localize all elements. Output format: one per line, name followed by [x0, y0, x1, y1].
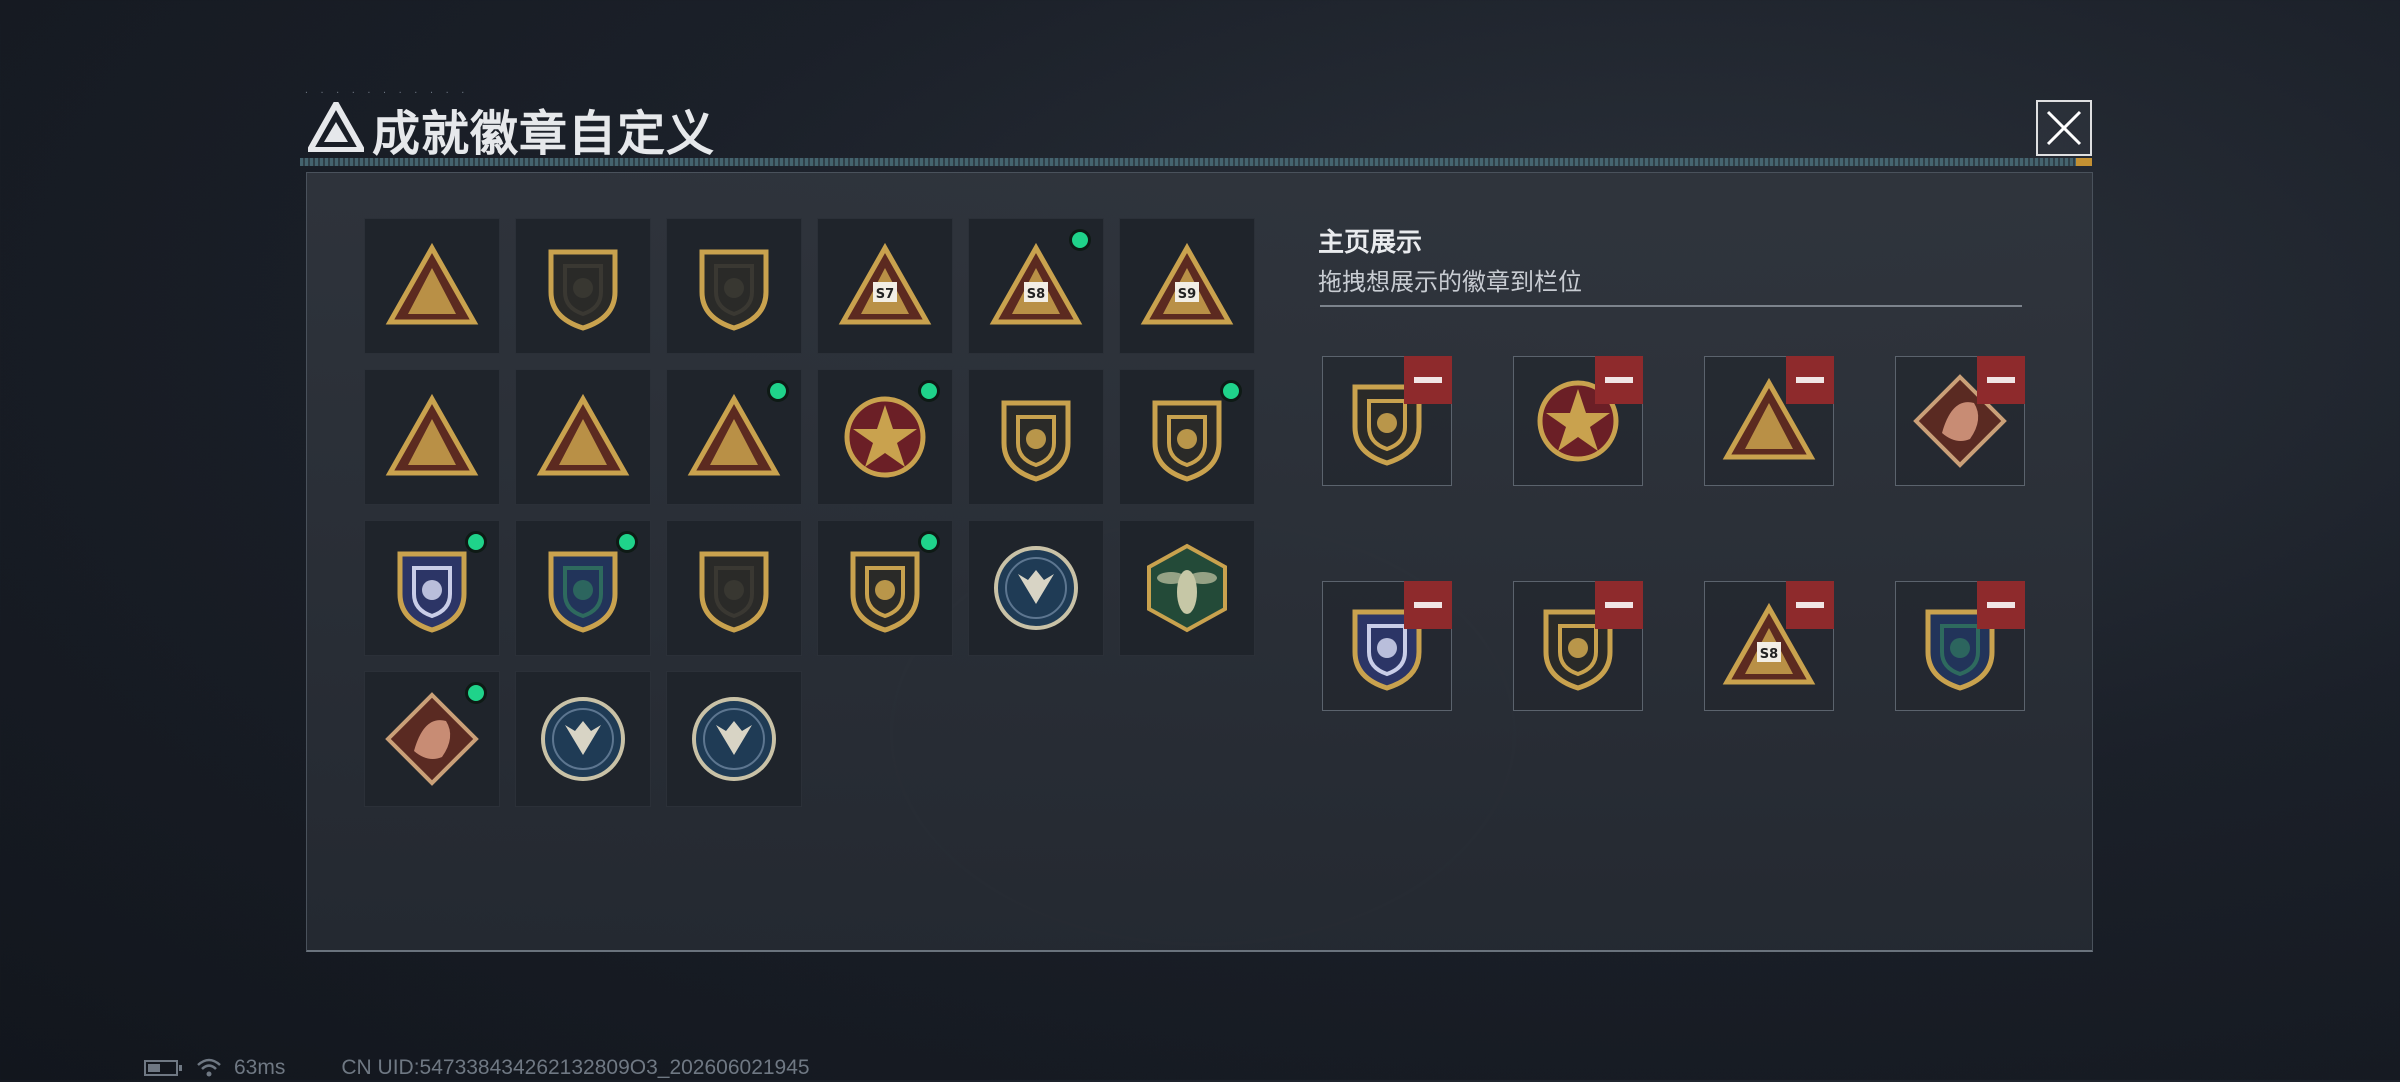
close-button[interactable] [2036, 100, 2092, 156]
helicopter-shield-badge-icon [548, 249, 618, 331]
eagle-round-badge-icon [994, 546, 1078, 630]
minus-icon [1414, 377, 1442, 383]
minus-icon [1987, 602, 2015, 608]
showcase-slot[interactable] [1322, 356, 1452, 486]
badge-cell-emblem-shield-badge[interactable] [968, 369, 1104, 505]
page-title: 成就徽章自定义 [372, 108, 716, 161]
battery-icon [144, 1060, 182, 1076]
lynx-round-badge-icon [541, 697, 625, 781]
svg-text:S8: S8 [1760, 647, 1778, 662]
remove-badge-button[interactable] [1977, 356, 2025, 404]
showcase-slot[interactable] [1513, 581, 1643, 711]
crystal-shield-badge-icon [397, 551, 467, 633]
badge-cell-boat-triangle-badge[interactable] [515, 369, 651, 505]
badge-cell-laurel-shield-badge[interactable] [1119, 369, 1255, 505]
ping-text: 63ms [234, 1056, 286, 1079]
badge-cell-wasp-hex-badge[interactable] [1119, 520, 1255, 656]
minus-icon [1987, 377, 2015, 383]
showcase-subtitle: 拖拽想展示的徽章到栏位 [1318, 269, 1582, 296]
laurel-shield-badge-icon [1152, 400, 1222, 482]
svg-text:S9: S9 [1178, 287, 1196, 302]
crossed-guns-badge-icon [850, 551, 920, 633]
new-indicator [918, 380, 940, 402]
remove-badge-button[interactable] [1595, 356, 1643, 404]
star-medal-badge-icon [844, 396, 926, 478]
s7-triangle-badge-icon: S7 [838, 242, 932, 325]
remove-badge-button[interactable] [1977, 581, 2025, 629]
status-bar: 63ms CN UID:547338434262132809O3_2026060… [144, 1054, 810, 1082]
svg-text:S7: S7 [876, 287, 894, 302]
new-indicator [465, 682, 487, 704]
dragon-diamond-badge-icon [385, 692, 479, 786]
svg-text:S8: S8 [1027, 287, 1045, 302]
new-indicator [1069, 229, 1091, 251]
uid-text: CN UID:547338434262132809O3_202606021945 [341, 1056, 810, 1079]
triangle-shield-badge-icon [385, 242, 479, 325]
emblem-shield-badge-icon [1001, 400, 1071, 482]
lynx-round-badge-2-icon [692, 697, 776, 781]
showcase-slot[interactable] [1895, 356, 2025, 486]
badge-cell-soldier-triangle-badge[interactable] [364, 369, 500, 505]
title-bar: · · · · · · · · · · · 成就徽章自定义 [300, 88, 2100, 168]
title-divider [300, 158, 2092, 166]
showcase-slot[interactable]: S8 [1704, 581, 1834, 711]
showcase-slot[interactable] [1513, 356, 1643, 486]
new-indicator [767, 380, 789, 402]
boat-triangle-badge-icon [536, 393, 630, 476]
badge-cell-s9-triangle-badge[interactable]: S9 [1119, 218, 1255, 354]
badge-cell-rifle-shield-badge[interactable] [666, 520, 802, 656]
showcase-slot[interactable] [1704, 356, 1834, 486]
badge-cell-crosshair-shield-badge[interactable] [515, 520, 651, 656]
s9-triangle-badge-icon: S9 [1140, 242, 1234, 325]
minus-icon [1605, 602, 1633, 608]
showcase-slot[interactable] [1322, 581, 1452, 711]
remove-badge-button[interactable] [1786, 581, 1834, 629]
new-indicator [918, 531, 940, 553]
remove-badge-button[interactable] [1786, 356, 1834, 404]
badge-cell-lynx-round-badge-2[interactable] [666, 671, 802, 807]
wifi-icon [197, 1058, 221, 1077]
badge-cell-star-medal-badge[interactable] [817, 369, 953, 505]
badge-cell-s8-triangle-badge[interactable]: S8 [968, 218, 1104, 354]
soldier-triangle-badge-icon [385, 393, 479, 476]
minus-icon [1796, 377, 1824, 383]
remove-badge-button[interactable] [1404, 581, 1452, 629]
badge-cell-s7-triangle-badge[interactable]: S7 [817, 218, 953, 354]
new-indicator [616, 531, 638, 553]
badge-cell-helicopter-shield-badge[interactable] [515, 218, 651, 354]
remove-badge-button[interactable] [1404, 356, 1452, 404]
badge-cell-triangle-shield-badge[interactable] [364, 218, 500, 354]
triangle-logo-icon [308, 102, 364, 152]
diamond-shield-badge-icon [699, 249, 769, 331]
badge-cell-squad-triangle-badge[interactable] [666, 369, 802, 505]
minus-icon [1414, 602, 1442, 608]
badge-cell-crossed-guns-badge[interactable] [817, 520, 953, 656]
squad-triangle-badge-icon [687, 393, 781, 476]
showcase-divider [1320, 305, 2022, 307]
badge-cell-eagle-round-badge[interactable] [968, 520, 1104, 656]
badge-cell-diamond-shield-badge[interactable] [666, 218, 802, 354]
new-indicator [465, 531, 487, 553]
crosshair-shield-badge-icon [548, 551, 618, 633]
badge-cell-dragon-diamond-badge[interactable] [364, 671, 500, 807]
remove-badge-button[interactable] [1595, 581, 1643, 629]
badge-cell-crystal-shield-badge[interactable] [364, 520, 500, 656]
close-icon [2046, 110, 2082, 146]
wasp-hex-badge-icon [1147, 543, 1227, 633]
s8-triangle-badge-icon: S8 [989, 242, 1083, 325]
badge-cell-lynx-round-badge[interactable] [515, 671, 651, 807]
showcase-title: 主页展示 [1318, 227, 1423, 257]
minus-icon [1796, 602, 1824, 608]
new-indicator [1220, 380, 1242, 402]
rifle-shield-badge-icon [699, 551, 769, 633]
showcase-slot[interactable] [1895, 581, 2025, 711]
minus-icon [1605, 377, 1633, 383]
